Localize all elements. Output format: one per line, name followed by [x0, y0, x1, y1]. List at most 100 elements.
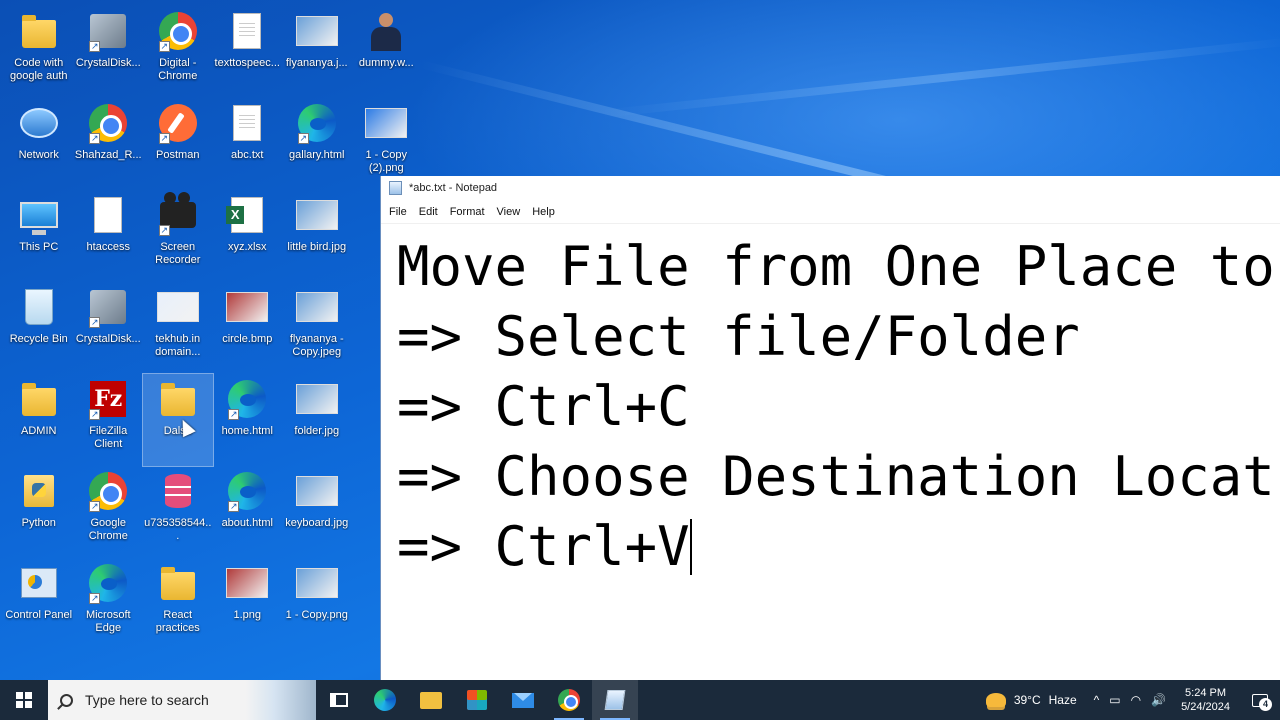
desktop-icon-dummy-w[interactable]: dummy.w...: [352, 6, 422, 98]
imgthumb-icon: [226, 562, 269, 604]
desktop-icon-1-copy-png[interactable]: 1 - Copy.png: [282, 558, 352, 650]
clock[interactable]: 5:24 PM 5/24/2024: [1171, 686, 1240, 714]
notepad-window[interactable]: *abc.txt - Notepad File Edit Format View…: [380, 176, 1280, 680]
desktop-icon-1-png[interactable]: 1.png: [213, 558, 283, 650]
taskbar-file-explorer[interactable]: [408, 680, 454, 720]
chrome-icon: [558, 689, 580, 711]
desktop-icon-code-with-google-auth[interactable]: Code with google auth: [4, 6, 74, 98]
desktop-icon-postman[interactable]: ↗ Postman: [143, 98, 213, 190]
taskbar-chrome[interactable]: [546, 680, 592, 720]
desktop-icon-label: CrystalDisk...: [75, 333, 141, 345]
desktop-icon-this-pc[interactable]: This PC: [4, 190, 74, 282]
window-title: *abc.txt - Notepad: [409, 182, 498, 194]
desktop-icon-label: Control Panel: [5, 609, 73, 621]
notepad-titlebar[interactable]: *abc.txt - Notepad: [381, 176, 1280, 200]
desktop-icon-label: Digital - Chrome: [158, 57, 198, 82]
desktop-icon-filezilla-client[interactable]: Fz ↗ FileZilla Client: [74, 374, 144, 466]
task-view-button[interactable]: [316, 680, 362, 720]
desktop-icon-crystaldisk[interactable]: ↗ CrystalDisk...: [74, 282, 144, 374]
taskbar-edge[interactable]: [362, 680, 408, 720]
desktop-icon-label: tekhub.in domain...: [155, 333, 201, 358]
shortcut-arrow-icon: ↗: [89, 409, 101, 420]
desktop-icon-gallary-html[interactable]: ↗ gallary.html: [282, 98, 352, 190]
desktop-icon-label: u735358544...: [144, 517, 212, 542]
text-editor-area[interactable]: Move File from One Place to => Select fi…: [381, 223, 1280, 680]
desktop-icon-control-panel[interactable]: Control Panel: [4, 558, 74, 650]
desktop-icon-keyboard-jpg[interactable]: keyboard.jpg: [282, 466, 352, 558]
desktop-icon-u735358544[interactable]: u735358544...: [143, 466, 213, 558]
desktop-icon-screen-recorder[interactable]: ↗ Screen Recorder: [143, 190, 213, 282]
desktop-icon-flyananya-j[interactable]: flyananya.j...: [282, 6, 352, 98]
desktop-icon-label: Screen Recorder: [155, 241, 201, 266]
desktop-icon-htaccess[interactable]: htaccess: [74, 190, 144, 282]
mail-icon: [512, 692, 534, 708]
desktop-icon-label: folder.jpg: [294, 425, 340, 437]
taskbar-notepad[interactable]: [592, 680, 638, 720]
imgthumb-icon: [156, 286, 199, 328]
menu-help[interactable]: Help: [526, 206, 561, 218]
shortcut-arrow-icon: ↗: [89, 133, 101, 144]
notification-count: 4: [1259, 698, 1272, 711]
menu-file[interactable]: File: [383, 206, 413, 218]
desktop-icon-about-html[interactable]: ↗ about.html: [213, 466, 283, 558]
desktop-icon-home-html[interactable]: ↗ home.html: [213, 374, 283, 466]
desktop-icon-label: Python: [21, 517, 56, 529]
desktop-icon-label: ADMIN: [21, 425, 57, 437]
weather-widget[interactable]: 39°C Haze: [974, 693, 1089, 707]
edge-icon: ↗: [226, 470, 268, 512]
desktop-icon-xyz-xlsx[interactable]: xyz.xlsx: [213, 190, 283, 282]
speaker-icon[interactable]: 🔊: [1146, 693, 1171, 707]
desktop-icon-flyananya-copy-jpeg[interactable]: flyananya - Copy.jpeg: [282, 282, 352, 374]
desktop-icon-label: FileZilla Client: [89, 425, 128, 450]
menu-format[interactable]: Format: [444, 206, 491, 218]
desktop-icon-folder-jpg[interactable]: folder.jpg: [282, 374, 352, 466]
desktop-icon-label: Postman: [156, 149, 200, 161]
desktop-icon-abc-txt[interactable]: abc.txt: [213, 98, 283, 190]
desktop-icon-dalsh[interactable]: Dalsh: [142, 373, 214, 467]
folder-icon: [157, 378, 199, 420]
shortcut-arrow-icon: ↗: [89, 41, 101, 52]
menu-edit[interactable]: Edit: [413, 206, 444, 218]
desktop-icon-digital-chrome[interactable]: ↗ Digital - Chrome: [143, 6, 213, 98]
menu-bar: File Edit Format View Help: [381, 200, 1280, 223]
wallpaper-light-beam: [599, 36, 1280, 118]
folder-icon: [157, 562, 199, 604]
text-line: => Choose Destination Locat: [397, 445, 1275, 508]
text-line: => Select file/Folder: [397, 305, 1080, 368]
clock-time: 5:24 PM: [1185, 687, 1227, 699]
desktop-icon-little-bird-jpg[interactable]: little bird.jpg: [282, 190, 352, 282]
imgthumb-icon: [295, 10, 338, 52]
desktop-icon-google-chrome[interactable]: ↗ Google Chrome: [74, 466, 144, 558]
desktop-icon-network[interactable]: Network: [4, 98, 74, 190]
store-icon: [467, 690, 487, 710]
desktop-icon-crystaldisk[interactable]: ↗ CrystalDisk...: [74, 6, 144, 98]
shortcut-arrow-icon: ↗: [228, 409, 240, 420]
battery-icon[interactable]: ▭: [1104, 693, 1125, 707]
chevron-up-icon[interactable]: ^: [1089, 693, 1105, 707]
taskbar-search[interactable]: Type here to search: [48, 680, 316, 720]
taskbar-mail[interactable]: [500, 680, 546, 720]
desktop-icon-tekhub-in-domain[interactable]: tekhub.in domain...: [143, 282, 213, 374]
desktop-icon-microsoft-edge[interactable]: ↗ Microsoft Edge: [74, 558, 144, 650]
notification-center-button[interactable]: 4: [1240, 680, 1280, 720]
chrome-icon: ↗: [87, 102, 129, 144]
desktop-icon-texttospeec[interactable]: texttospeec...: [213, 6, 283, 98]
start-button[interactable]: [0, 680, 48, 720]
network-icon: [18, 102, 60, 144]
desktop-icon-react-practices[interactable]: React practices: [143, 558, 213, 650]
desktop-icon-label: circle.bmp: [222, 333, 273, 345]
imgthumb-icon: [295, 194, 338, 236]
search-placeholder: Type here to search: [85, 692, 209, 708]
desktop-icon-shahzad-r[interactable]: ↗ Shahzad_R...: [74, 98, 144, 190]
cpanel-icon: [18, 562, 60, 604]
desktop-icon-label: Network: [18, 149, 59, 161]
clock-date: 5/24/2024: [1181, 701, 1230, 713]
menu-view[interactable]: View: [491, 206, 527, 218]
wifi-icon[interactable]: ◠: [1126, 693, 1146, 707]
taskbar-store[interactable]: [454, 680, 500, 720]
desktop-icon-recycle-bin[interactable]: Recycle Bin: [4, 282, 74, 374]
desktop-icon-python[interactable]: Python: [4, 466, 74, 558]
desktop-icon-admin[interactable]: ADMIN: [4, 374, 74, 466]
desktop-icon-circle-bmp[interactable]: circle.bmp: [213, 282, 283, 374]
text-line: => Ctrl+C: [397, 375, 690, 438]
